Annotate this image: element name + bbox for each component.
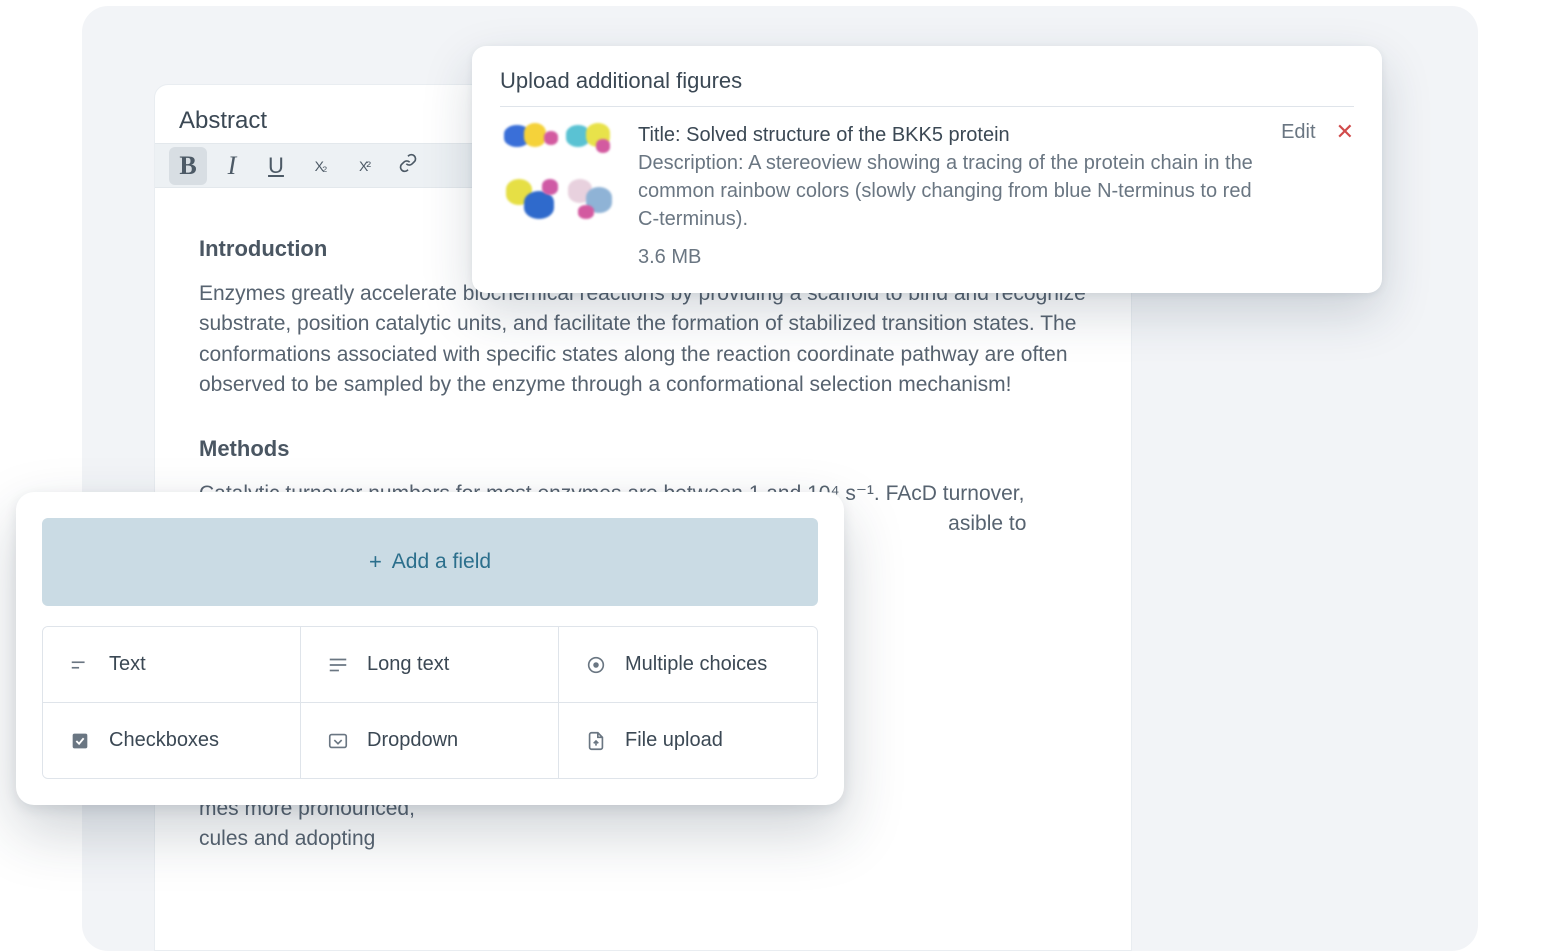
field-option-dropdown[interactable]: Dropdown <box>301 703 559 778</box>
text-long-icon <box>327 654 349 676</box>
field-option-label: File upload <box>625 729 723 752</box>
field-option-label: Long text <box>367 653 449 676</box>
plus-icon: + <box>369 549 382 575</box>
field-option-long-text[interactable]: Long text <box>301 627 559 703</box>
add-field-button[interactable]: + Add a field <box>42 518 818 606</box>
close-icon: ✕ <box>1336 119 1354 144</box>
italic-button[interactable]: I <box>213 147 251 185</box>
figure-desc-prefix: Description: <box>638 152 748 174</box>
figure-metadata: Title: Solved structure of the BKK5 prot… <box>638 121 1263 271</box>
field-option-multiple-choices[interactable]: Multiple choices <box>559 627 817 703</box>
field-option-file-upload[interactable]: File upload <box>559 703 817 778</box>
figure-title-prefix: Title: <box>638 124 686 146</box>
field-option-text[interactable]: Text <box>43 627 301 703</box>
subscript-button[interactable]: X <box>301 147 339 185</box>
uploaded-figure-row: Title: Solved structure of the BKK5 prot… <box>500 121 1354 271</box>
field-option-checkboxes[interactable]: Checkboxes <box>43 703 301 778</box>
editor-section-label: Abstract <box>179 107 267 135</box>
dropdown-icon <box>327 730 349 752</box>
field-option-label: Text <box>109 653 146 676</box>
underline-button[interactable]: U <box>257 147 295 185</box>
bold-button[interactable]: B <box>169 147 207 185</box>
field-type-grid: Text Long text Multiple choices Checkbox… <box>42 626 818 779</box>
introduction-body: Enzymes greatly accelerate biochemical r… <box>199 279 1091 401</box>
upload-panel-title: Upload additional figures <box>500 68 1354 107</box>
add-field-panel: + Add a field Text Long text Multiple ch… <box>16 492 844 805</box>
figure-file-size: 3.6 MB <box>638 243 1263 271</box>
checkbox-icon <box>69 730 91 752</box>
field-option-label: Checkboxes <box>109 729 219 752</box>
text-short-icon <box>69 654 91 676</box>
link-icon <box>398 153 418 179</box>
figure-title: Solved structure of the BKK5 protein <box>686 124 1010 146</box>
remove-figure-button[interactable]: ✕ <box>1336 121 1354 143</box>
superscript-button[interactable]: X <box>345 147 383 185</box>
section-heading-methods: Methods <box>199 433 1091 465</box>
add-field-label: Add a field <box>392 550 491 574</box>
upload-figures-panel: Upload additional figures Title: Solved … <box>472 46 1382 293</box>
field-option-label: Dropdown <box>367 729 458 752</box>
radio-icon <box>585 654 607 676</box>
field-option-label: Multiple choices <box>625 653 767 676</box>
figure-thumbnail[interactable] <box>500 121 620 231</box>
file-upload-icon <box>585 730 607 752</box>
insert-link-button[interactable] <box>389 147 427 185</box>
edit-figure-button[interactable]: Edit <box>1281 121 1315 144</box>
